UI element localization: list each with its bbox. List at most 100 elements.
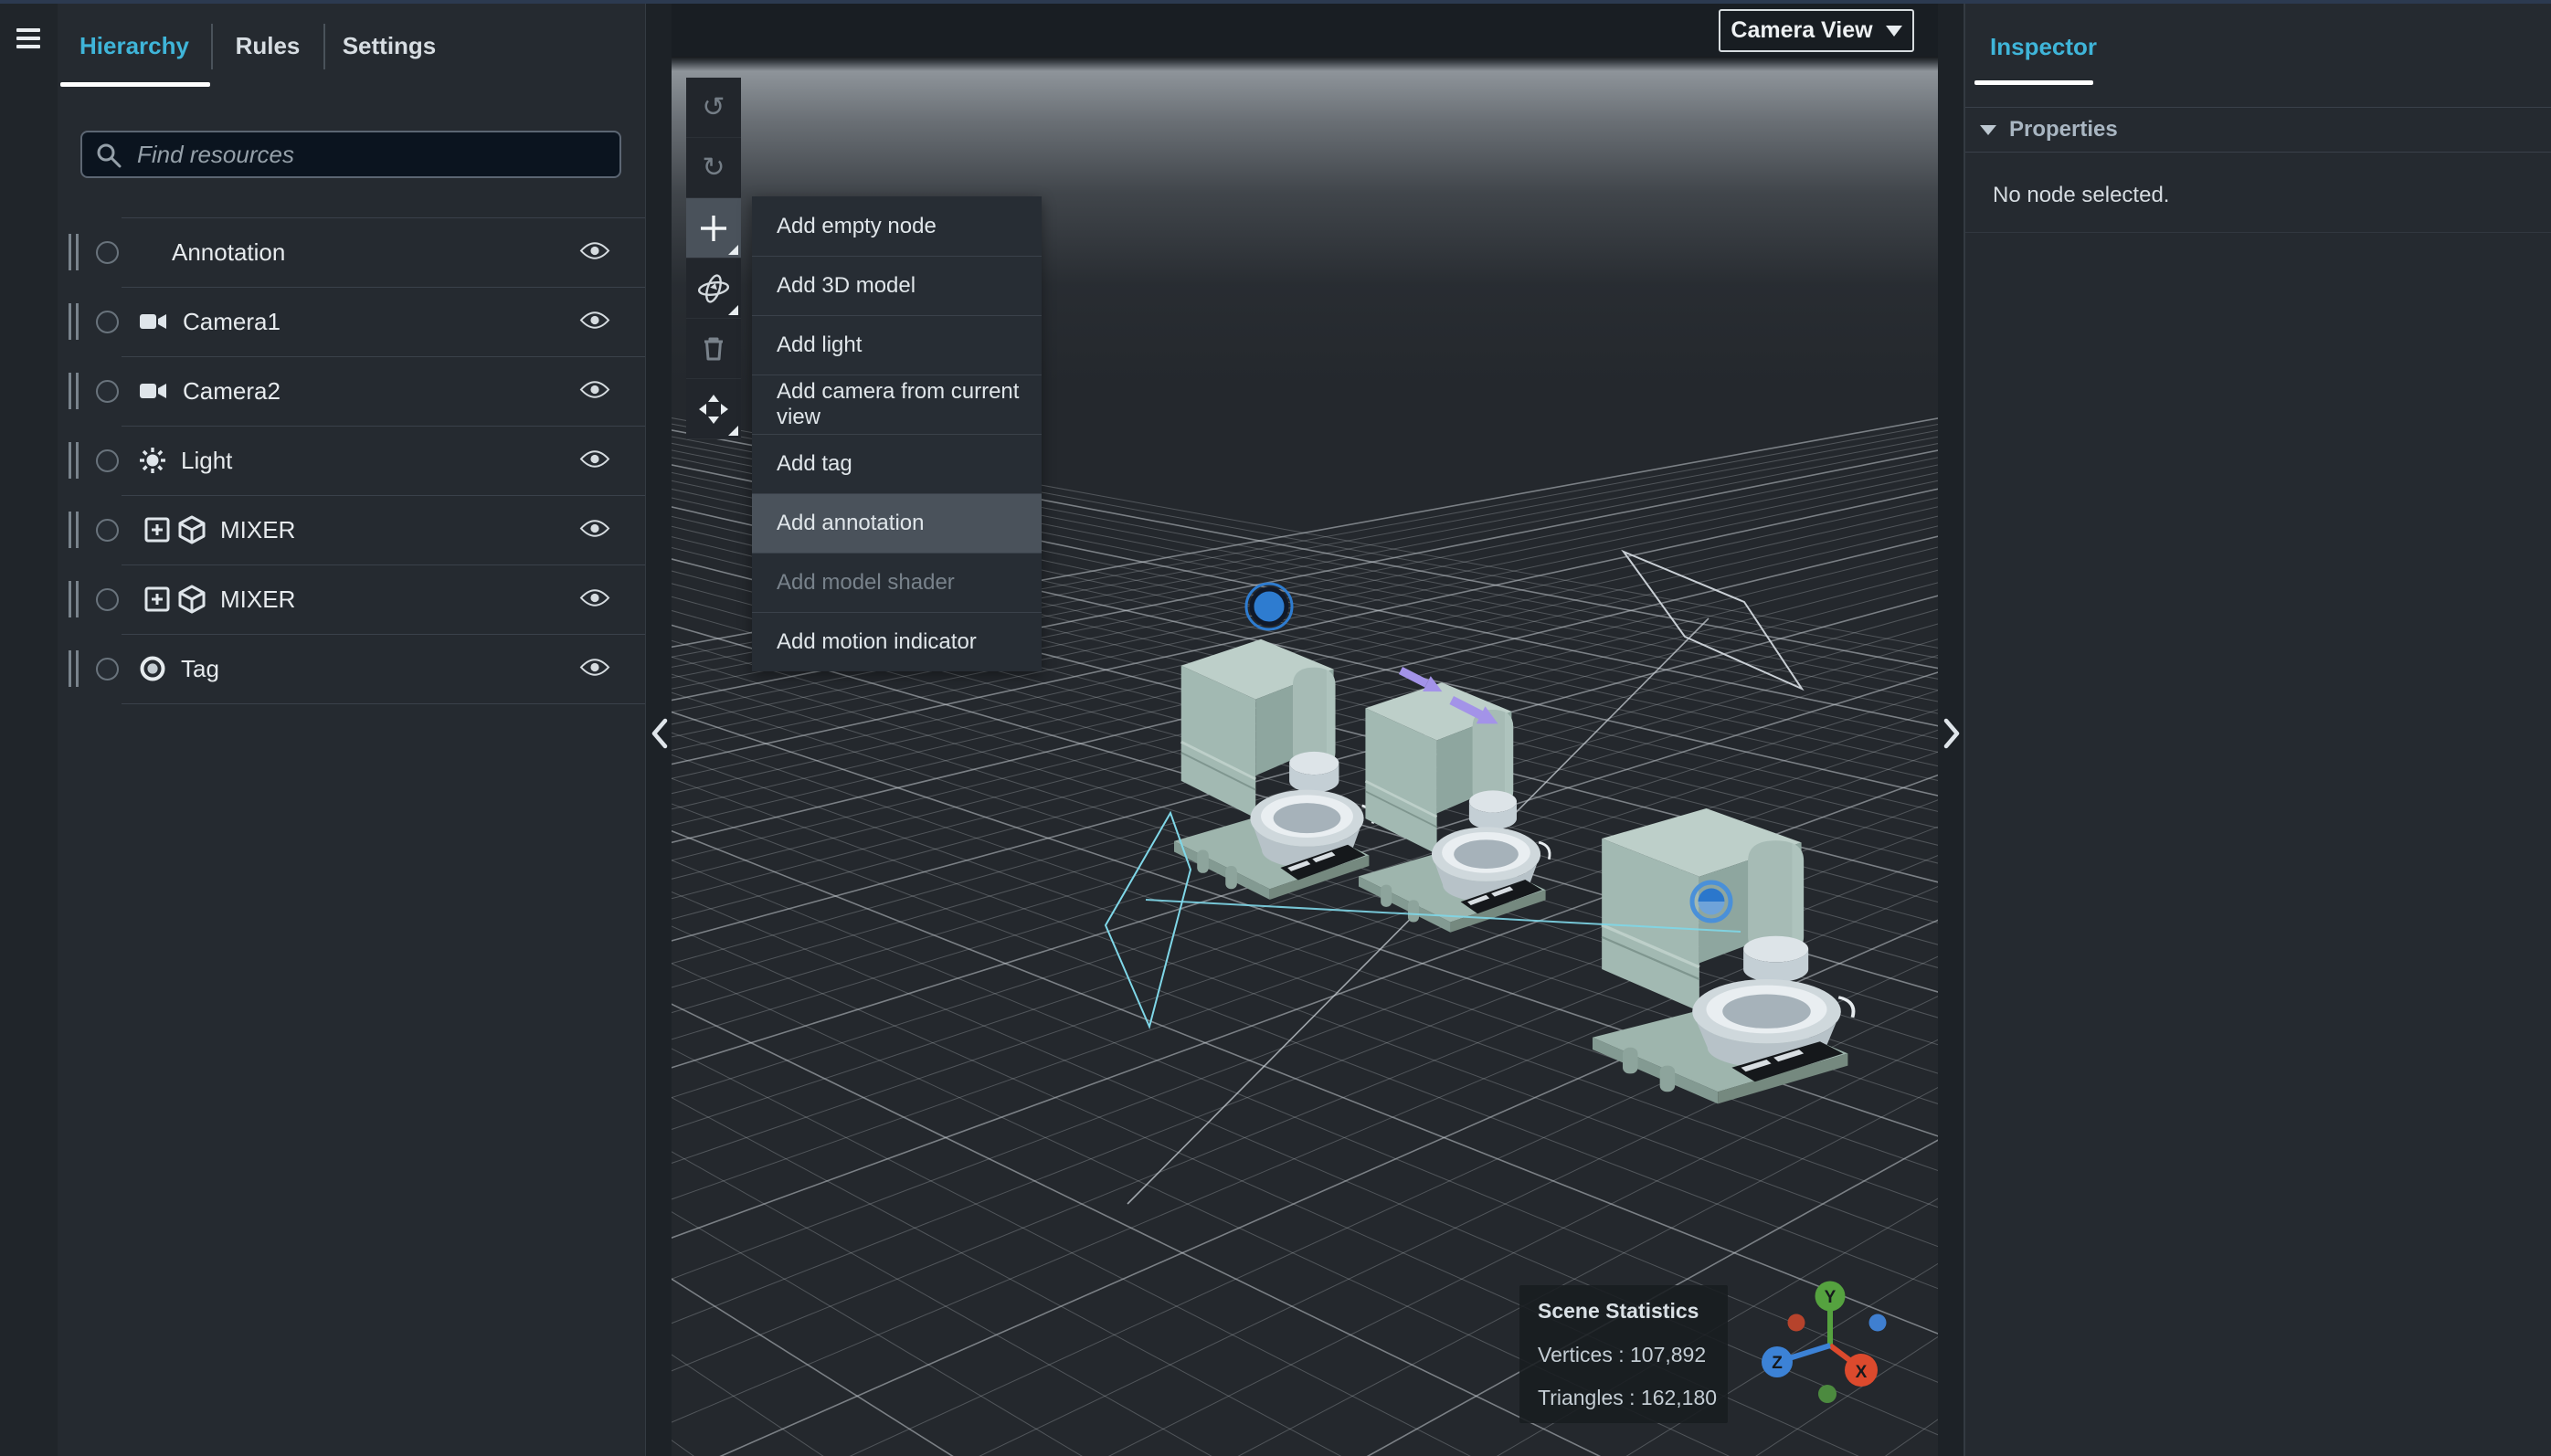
select-radio[interactable] [96, 657, 119, 681]
select-radio[interactable] [96, 587, 119, 611]
drag-handle-icon[interactable] [69, 442, 81, 479]
visibility-eye-icon[interactable] [576, 375, 614, 406]
menu-item-add-camera[interactable]: Add camera from current view [752, 375, 1042, 434]
inspector-panel: Inspector Properties No node selected. [1964, 4, 2551, 1456]
tab-hierarchy[interactable]: Hierarchy [58, 4, 211, 88]
select-radio[interactable] [96, 310, 119, 333]
tab-settings[interactable]: Settings [325, 4, 453, 88]
axis-neg-y-dot[interactable] [1818, 1385, 1837, 1403]
select-radio[interactable] [96, 240, 119, 264]
scene-canvas[interactable]: Y X Z ↺ ↻ Add empty node Add 3D model Ad… [672, 57, 1938, 1456]
mixer-model-3[interactable] [1591, 807, 1856, 1106]
tree-row-camera2[interactable]: Camera2 [58, 356, 645, 426]
select-radio[interactable] [96, 448, 119, 472]
viewport-topbar: Camera View [672, 4, 1938, 57]
add-box-icon [144, 517, 170, 543]
video-camera-icon [140, 384, 166, 398]
visibility-eye-icon[interactable] [576, 306, 614, 337]
drag-handle-icon[interactable] [69, 303, 81, 340]
resource-label: MIXER [220, 585, 296, 613]
properties-section-header[interactable]: Properties [1965, 108, 2551, 152]
mixer-model-1[interactable] [1172, 638, 1375, 902]
translate-tool-button[interactable] [686, 379, 741, 439]
search-input[interactable] [80, 131, 621, 178]
hierarchy-panel: Hierarchy Rules Settings Annotation [58, 4, 645, 1456]
light-icon [140, 448, 165, 473]
cube-icon [178, 515, 206, 544]
right-panel-gutter [1938, 4, 1964, 1456]
menu-item-add-empty-node[interactable]: Add empty node [752, 196, 1042, 256]
drag-handle-icon[interactable] [69, 512, 81, 548]
divider [1965, 152, 2551, 153]
collapse-right-panel-chevron-icon[interactable] [1938, 709, 1964, 760]
resource-label: Camera2 [183, 376, 281, 405]
sidebar-tabbar: Hierarchy Rules Settings [58, 4, 645, 91]
redo-icon: ↻ [702, 152, 725, 183]
tree-row-annotation[interactable]: Annotation [58, 217, 645, 287]
scene-composer-app: Hierarchy Rules Settings Annotation [0, 0, 2551, 1456]
tree-row-camera1[interactable]: Camera1 [58, 287, 645, 356]
visibility-eye-icon[interactable] [576, 237, 614, 268]
vertices-stat: Vertices : 107,892 [1538, 1343, 1707, 1366]
video-camera-icon [140, 314, 166, 329]
cube-icon [178, 585, 206, 614]
redo-button[interactable]: ↻ [686, 138, 741, 198]
active-tab-underline [1974, 80, 2093, 85]
section-caret-icon [1980, 124, 1996, 135]
scene-statistics-panel: Scene Statistics Vertices : 107,892 Tria… [1519, 1285, 1728, 1423]
axis-z-label: Z [1772, 1354, 1783, 1373]
rotate-tool-button[interactable] [686, 258, 741, 319]
tab-rules[interactable]: Rules [213, 4, 323, 88]
collapse-left-panel-chevron-icon[interactable] [646, 709, 672, 760]
tag-icon [140, 656, 165, 681]
plus-icon [701, 215, 726, 241]
scene-statistics-title: Scene Statistics [1538, 1299, 1699, 1323]
resource-label: Annotation [172, 237, 286, 266]
axis-gizmo[interactable]: Y X Z [1762, 1281, 1887, 1404]
select-radio[interactable] [96, 518, 119, 542]
viewport-toolbar: ↺ ↻ [686, 78, 741, 439]
drag-handle-icon[interactable] [69, 373, 81, 409]
no-node-selected-message: No node selected. [1993, 183, 2170, 207]
tree-row-mixer-2[interactable]: MIXER [58, 564, 645, 634]
tree-row-mixer-1[interactable]: MIXER [58, 495, 645, 564]
undo-button[interactable]: ↺ [686, 78, 741, 138]
trash-icon [704, 337, 723, 360]
resource-label: MIXER [220, 515, 296, 543]
camera-view-dropdown[interactable]: Camera View [1719, 9, 1914, 52]
triangles-stat: Triangles : 162,180 [1538, 1386, 1718, 1409]
resource-tree: Annotation Camera1 Camera2 Light MIXER M… [58, 217, 645, 704]
menu-item-add-annotation[interactable]: Add annotation [752, 493, 1042, 553]
tree-row-tag[interactable]: Tag [58, 634, 645, 703]
delete-button[interactable] [686, 319, 741, 379]
menu-item-add-tag[interactable]: Add tag [752, 434, 1042, 493]
active-tab-underline [60, 82, 210, 87]
menu-item-add-3d-model[interactable]: Add 3D model [752, 256, 1042, 315]
visibility-eye-icon[interactable] [576, 653, 614, 684]
resource-label: Light [181, 446, 233, 474]
tree-row-light[interactable]: Light [58, 426, 645, 495]
visibility-eye-icon[interactable] [576, 514, 614, 545]
inspector-tab[interactable]: Inspector [1990, 33, 2097, 61]
resource-search [80, 131, 621, 178]
hamburger-menu-icon[interactable] [16, 20, 53, 57]
left-rail [0, 4, 58, 1456]
visibility-eye-icon[interactable] [576, 445, 614, 476]
axis-neg-x-dot[interactable] [1787, 1314, 1805, 1332]
orbit-rotate-icon [697, 273, 730, 303]
axis-x-label: X [1856, 1363, 1868, 1382]
camera-view-label: Camera View [1731, 17, 1873, 43]
add-object-button[interactable] [686, 198, 741, 258]
menu-item-add-model-shader: Add model shader [752, 553, 1042, 612]
drag-handle-icon[interactable] [69, 234, 81, 270]
visibility-eye-icon[interactable] [576, 584, 614, 615]
resource-label: Camera1 [183, 307, 281, 335]
divider [1965, 232, 2551, 233]
drag-handle-icon[interactable] [69, 581, 81, 617]
axis-neg-z-dot[interactable] [1868, 1314, 1887, 1332]
drag-handle-icon[interactable] [69, 650, 81, 687]
annotation-marker[interactable] [1244, 582, 1294, 631]
select-radio[interactable] [96, 379, 119, 403]
menu-item-add-motion-indicator[interactable]: Add motion indicator [752, 612, 1042, 671]
menu-item-add-light[interactable]: Add light [752, 315, 1042, 375]
